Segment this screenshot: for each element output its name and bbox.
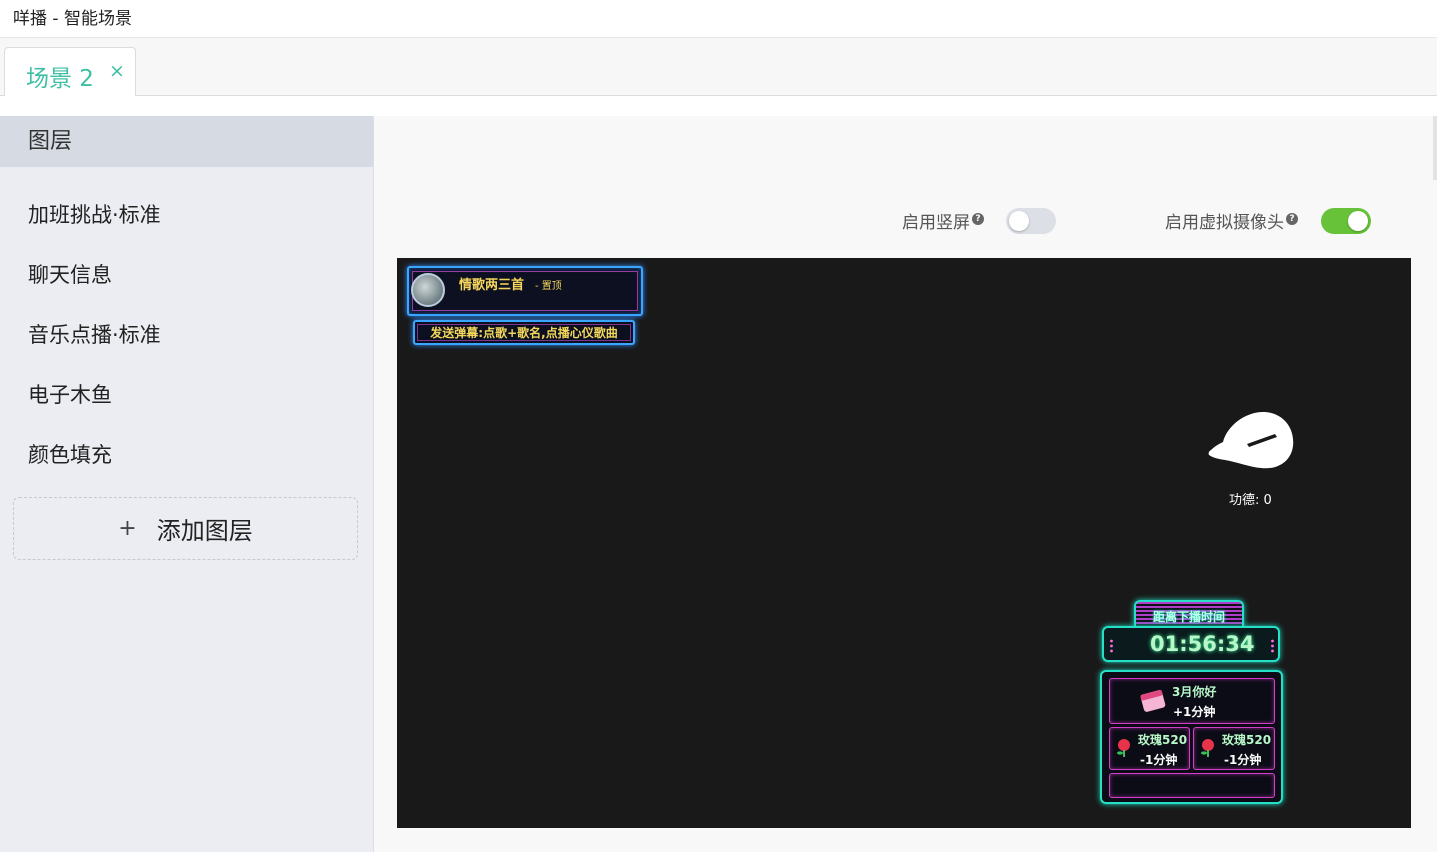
gift-cell-empty: [1109, 773, 1275, 798]
layer-item[interactable]: 加班挑战·标准: [28, 199, 161, 229]
gift-name: 玫瑰520: [1222, 733, 1272, 747]
help-icon[interactable]: ?: [972, 212, 984, 225]
dots-icon: [1110, 639, 1113, 653]
layer-item[interactable]: 音乐点播·标准: [28, 319, 161, 349]
help-icon[interactable]: ?: [1286, 212, 1298, 225]
countdown-header: 距离下播时间: [1153, 610, 1226, 624]
vertical-screen-label: 启用竖屏: [902, 213, 970, 233]
merit-counter: 功德: 0: [1229, 493, 1272, 508]
dots-icon: [1271, 639, 1274, 653]
song-hint-text: 发送弹幕:点歌+歌名,点播心仪歌曲: [430, 326, 618, 340]
main-panel: 启用竖屏 ? 启用虚拟摄像头 ? 情歌两三首 - 置顶 发送弹幕:点歌+歌名,点…: [374, 116, 1437, 852]
layer-sidebar: 图层 加班挑战·标准 聊天信息 音乐点播·标准 电子木鱼 颜色填充 + 添加图层: [0, 116, 374, 852]
layers-header: 图层: [0, 116, 373, 167]
layer-item[interactable]: 颜色填充: [28, 439, 112, 469]
add-layer-label: 添加图层: [156, 517, 253, 545]
gift-name: 玫瑰520: [1138, 733, 1188, 747]
song-title: 情歌两三首: [459, 278, 525, 293]
title-bar: 咩播 - 智能场景: [0, 0, 1437, 38]
gift-effect: -1分钟: [1224, 753, 1262, 767]
vertical-screen-option: 启用竖屏 ?: [902, 208, 984, 233]
gift-effect: -1分钟: [1140, 753, 1178, 767]
tab-bar: 场景 2 ×: [0, 38, 1437, 96]
song-pin-tag: - 置顶: [535, 281, 562, 292]
scene-preview-canvas[interactable]: 情歌两三首 - 置顶 发送弹幕:点歌+歌名,点播心仪歌曲 功德: 0 距离下播时…: [397, 258, 1411, 828]
window-title: 咩播 - 智能场景: [13, 9, 132, 29]
layer-item[interactable]: 聊天信息: [28, 259, 112, 289]
close-icon[interactable]: ×: [109, 60, 125, 82]
song-request-hint: 发送弹幕:点歌+歌名,点播心仪歌曲: [413, 320, 635, 345]
wooden-fish-icon[interactable]: [1205, 406, 1295, 476]
toggle-knob: [1009, 211, 1029, 231]
rose-icon: [1117, 739, 1130, 757]
layer-item[interactable]: 电子木鱼: [28, 379, 112, 409]
plus-icon: +: [118, 516, 137, 541]
rose-icon: [1201, 739, 1214, 757]
scrollbar[interactable]: [1433, 116, 1437, 180]
countdown-time: 01:56:34: [1150, 632, 1255, 656]
add-layer-button[interactable]: + 添加图层: [13, 497, 358, 560]
gift-effect: +1分钟: [1173, 705, 1216, 719]
calendar-gift-icon: [1140, 689, 1166, 712]
tab-label: 场景 2: [26, 66, 94, 92]
virtual-camera-toggle[interactable]: [1321, 208, 1371, 234]
vertical-screen-toggle[interactable]: [1006, 208, 1056, 234]
gift-name: 3月你好: [1172, 685, 1217, 699]
tab-scene-2[interactable]: 场景 2 ×: [4, 47, 136, 96]
virtual-camera-label: 启用虚拟摄像头: [1165, 213, 1284, 233]
song-avatar: [411, 273, 445, 307]
virtual-camera-option: 启用虚拟摄像头 ?: [1165, 208, 1298, 233]
toggle-knob: [1348, 211, 1368, 231]
